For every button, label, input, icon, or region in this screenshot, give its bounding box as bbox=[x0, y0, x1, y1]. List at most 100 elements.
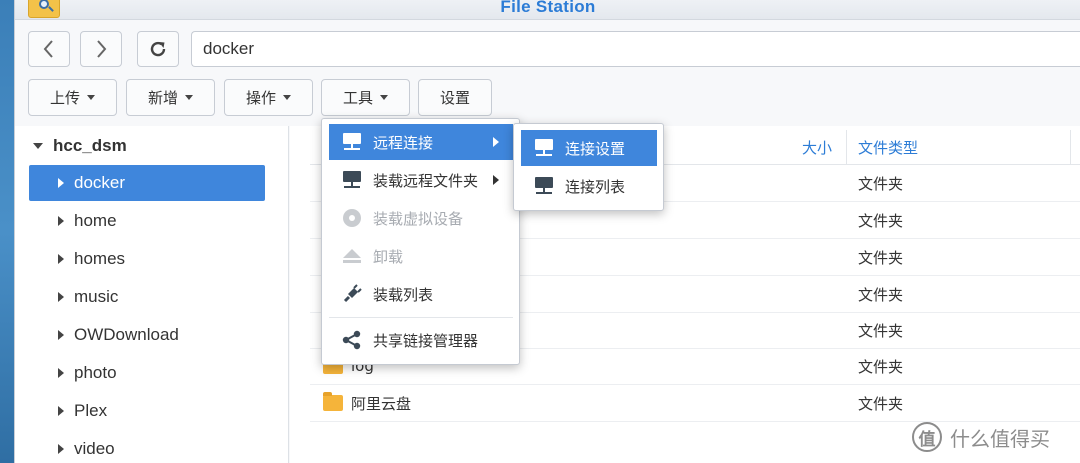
window-title: File Station bbox=[500, 0, 596, 16]
tree-item-home[interactable]: home bbox=[29, 203, 265, 239]
tree-root-hcc-dsm[interactable]: hcc_dsm bbox=[33, 134, 127, 158]
refresh-button[interactable] bbox=[137, 31, 179, 67]
disc-icon bbox=[341, 207, 363, 229]
tree-item-label: video bbox=[74, 439, 115, 458]
menu-item-remote-connection[interactable]: 远程连接 bbox=[329, 124, 513, 160]
submenu-arrow-icon bbox=[493, 137, 499, 147]
dropdown-caret-icon bbox=[283, 95, 291, 100]
row-name: 阿里云盘 bbox=[323, 385, 411, 421]
collapse-caret-icon[interactable] bbox=[58, 330, 64, 340]
folder-tree: hcc_dsm docker home homes music OWDownlo… bbox=[15, 126, 289, 463]
tree-item-video[interactable]: video bbox=[29, 431, 265, 463]
tree-item-photo[interactable]: photo bbox=[29, 355, 265, 391]
row-type: 文件夹 bbox=[858, 285, 904, 304]
tree-item-label: music bbox=[74, 287, 119, 306]
row-type: 文件夹 bbox=[858, 321, 904, 340]
menu-item-unmount[interactable]: 卸载 bbox=[329, 238, 513, 274]
tree-item-label: OWDownload bbox=[74, 325, 179, 344]
chevron-left-icon bbox=[43, 40, 53, 58]
dropdown-caret-icon bbox=[87, 95, 95, 100]
collapse-caret-icon[interactable] bbox=[58, 368, 64, 378]
network-icon bbox=[533, 175, 555, 197]
row-name-label: 阿里云盘 bbox=[351, 394, 412, 413]
tools-button[interactable]: 工具 bbox=[321, 79, 410, 116]
forward-button[interactable] bbox=[80, 31, 122, 67]
column-header-type[interactable]: 文件类型 bbox=[858, 130, 918, 164]
watermark: 值 什么值得买 bbox=[912, 420, 1050, 454]
row-type: 文件夹 bbox=[858, 394, 904, 413]
collapse-caret-icon[interactable] bbox=[58, 444, 64, 454]
tree-item-label: Plex bbox=[74, 401, 108, 420]
title-bar: File Station bbox=[15, 0, 1080, 20]
menu-item-mount-list[interactable]: 装载列表 bbox=[329, 276, 513, 312]
chevron-right-icon bbox=[97, 40, 107, 58]
plug-icon bbox=[341, 283, 363, 305]
column-divider bbox=[1070, 130, 1071, 164]
menu-item-label: 连接设置 bbox=[565, 139, 626, 158]
menu-item-mount-remote-folder[interactable]: 装载远程文件夹 bbox=[329, 162, 513, 198]
row-type: 文件夹 bbox=[858, 211, 904, 230]
desktop-background bbox=[0, 0, 14, 463]
row-type: 文件夹 bbox=[858, 248, 904, 267]
tools-label: 工具 bbox=[342, 89, 373, 107]
collapse-caret-icon[interactable] bbox=[58, 406, 64, 416]
column-divider bbox=[846, 130, 847, 164]
menu-item-connection-settings[interactable]: 连接设置 bbox=[521, 130, 657, 166]
table-row[interactable]: 阿里云盘 文件夹 bbox=[310, 385, 1080, 422]
menu-item-share-link-manager[interactable]: 共享链接管理器 bbox=[329, 322, 513, 358]
dropdown-caret-icon bbox=[185, 95, 193, 100]
action-label: 操作 bbox=[245, 89, 276, 107]
watermark-text: 什么值得买 bbox=[950, 426, 1050, 451]
tree-item-owdownload[interactable]: OWDownload bbox=[29, 317, 265, 353]
tree-item-music[interactable]: music bbox=[29, 279, 265, 315]
watermark-logo-icon: 值 bbox=[912, 422, 942, 452]
row-type: 文件夹 bbox=[858, 174, 904, 193]
remote-connection-submenu: 连接设置 连接列表 bbox=[513, 123, 664, 211]
new-label: 新增 bbox=[147, 89, 178, 107]
tree-item-plex[interactable]: Plex bbox=[29, 393, 265, 429]
action-button[interactable]: 操作 bbox=[224, 79, 313, 116]
back-button[interactable] bbox=[28, 31, 70, 67]
settings-label: 设置 bbox=[439, 89, 470, 107]
tree-item-docker[interactable]: docker bbox=[29, 165, 265, 201]
submenu-arrow-icon bbox=[493, 175, 499, 185]
new-button[interactable]: 新增 bbox=[126, 79, 215, 116]
menu-item-label: 连接列表 bbox=[565, 177, 626, 196]
network-icon bbox=[533, 137, 555, 159]
expand-caret-icon[interactable] bbox=[33, 143, 43, 149]
remote-connection-icon bbox=[341, 131, 363, 153]
menu-item-connection-list[interactable]: 连接列表 bbox=[521, 168, 657, 204]
column-header-size[interactable]: 大小 bbox=[802, 130, 832, 164]
menu-item-label: 卸载 bbox=[373, 247, 404, 266]
file-station-window: File Station docker 上传 新增 操作 工具 设置 hcc_d… bbox=[14, 0, 1080, 463]
path-input[interactable]: docker bbox=[191, 31, 1080, 67]
collapse-caret-icon[interactable] bbox=[58, 292, 64, 302]
upload-button[interactable]: 上传 bbox=[28, 79, 117, 116]
menu-item-label: 装载远程文件夹 bbox=[373, 171, 479, 190]
collapse-caret-icon[interactable] bbox=[58, 254, 64, 264]
upload-label: 上传 bbox=[49, 89, 80, 107]
row-type: 文件夹 bbox=[858, 357, 904, 376]
collapse-caret-icon[interactable] bbox=[58, 178, 64, 188]
menu-item-label: 远程连接 bbox=[373, 133, 434, 152]
dropdown-caret-icon bbox=[380, 95, 388, 100]
refresh-icon bbox=[150, 41, 166, 57]
tree-root-label: hcc_dsm bbox=[53, 136, 127, 155]
menu-divider bbox=[329, 317, 513, 318]
mount-remote-folder-icon bbox=[341, 169, 363, 191]
eject-icon bbox=[341, 245, 363, 267]
collapse-caret-icon[interactable] bbox=[58, 216, 64, 226]
tree-item-label: home bbox=[74, 211, 117, 230]
settings-button[interactable]: 设置 bbox=[418, 79, 492, 116]
tree-item-label: photo bbox=[74, 363, 117, 382]
menu-item-label: 装载虚拟设备 bbox=[373, 209, 464, 228]
tree-item-label: homes bbox=[74, 249, 126, 268]
tree-item-homes[interactable]: homes bbox=[29, 241, 265, 277]
folder-icon bbox=[323, 392, 343, 411]
menu-item-mount-virtual-drive[interactable]: 装载虚拟设备 bbox=[329, 200, 513, 236]
menu-item-label: 共享链接管理器 bbox=[373, 331, 479, 350]
tree-item-label: docker bbox=[74, 173, 126, 192]
menu-item-label: 装载列表 bbox=[373, 285, 434, 304]
share-icon bbox=[341, 329, 363, 351]
tools-menu: 远程连接 装载远程文件夹 装载虚拟设备 卸载 装载列表 共享链接管理器 bbox=[321, 118, 520, 365]
